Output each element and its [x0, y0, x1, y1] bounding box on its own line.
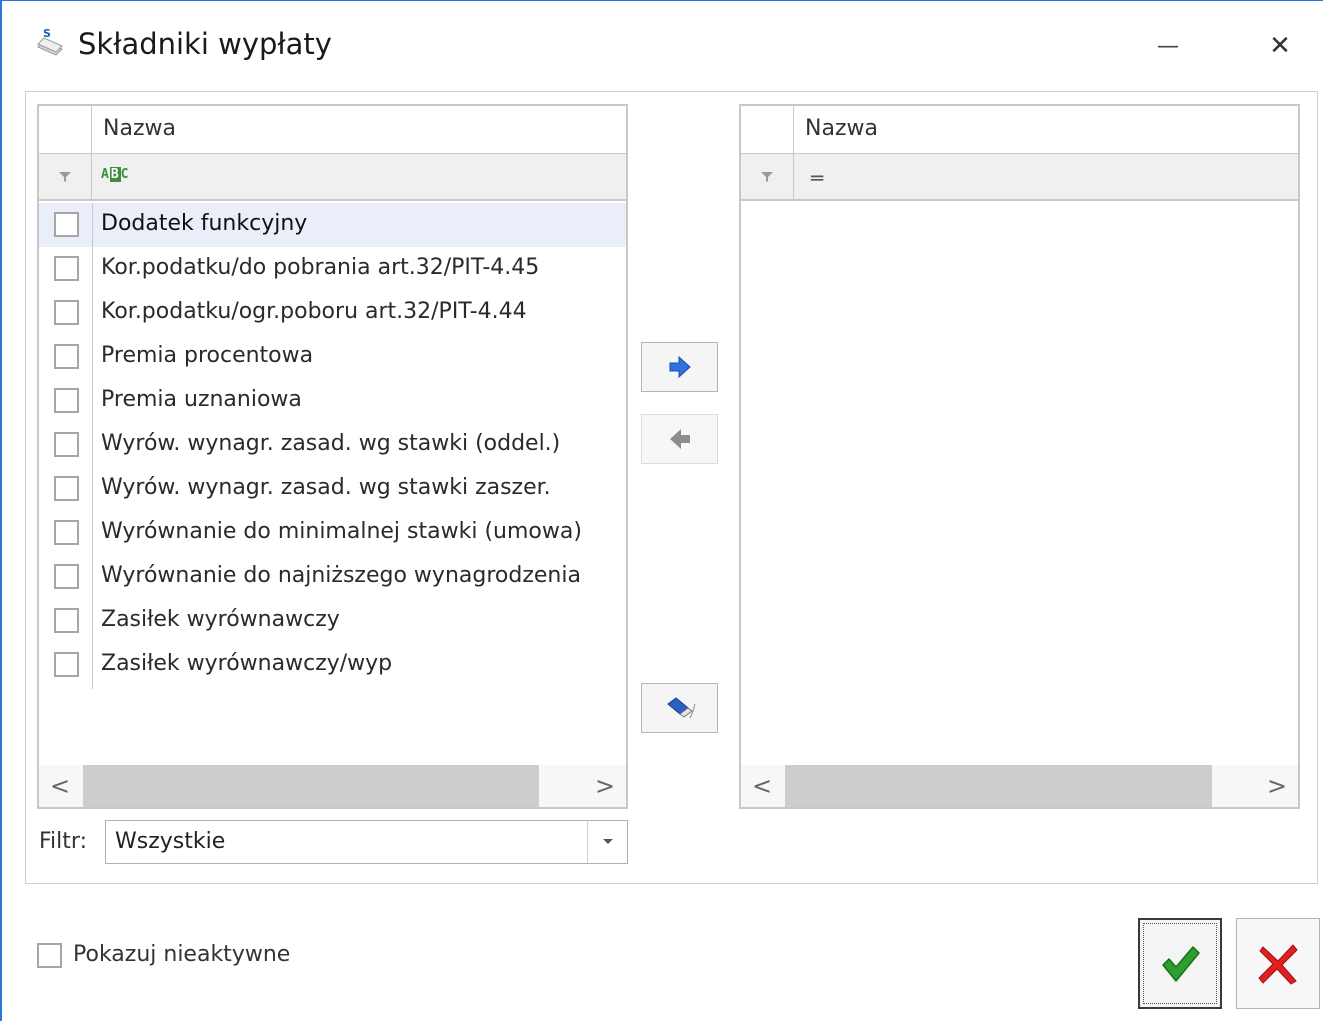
list-item[interactable]: Wyrównanie do minimalnej stawki (umowa) — [39, 511, 626, 555]
dropdown-arrow-icon[interactable] — [587, 821, 627, 863]
row-checkbox[interactable] — [54, 652, 79, 677]
grid-header-row: Nazwa — [39, 106, 626, 154]
row-checkbox[interactable] — [54, 564, 79, 589]
grid-rows: Dodatek funkcyjny Kor.podatku/do pobrani… — [39, 203, 626, 687]
remove-selected-button[interactable] — [641, 414, 718, 464]
row-checkbox[interactable] — [54, 344, 79, 369]
grid-header-row: Nazwa — [741, 106, 1298, 154]
filter-dropdown[interactable]: Wszystkie — [105, 820, 628, 864]
scrollbar-thumb[interactable] — [83, 765, 539, 807]
add-selected-button[interactable] — [641, 342, 718, 392]
row-label: Dodatek funkcyjny — [101, 211, 308, 236]
row-label: Premia procentowa — [101, 343, 314, 368]
eraser-icon — [666, 697, 696, 719]
row-checkbox[interactable] — [54, 432, 79, 457]
row-indicator-header — [741, 106, 794, 153]
svg-text:S: S — [43, 27, 51, 40]
row-checkbox[interactable] — [54, 520, 79, 545]
grid-filter-row[interactable]: ABC — [39, 154, 626, 201]
list-item[interactable]: Kor.podatku/do pobrania art.32/PIT-4.45 — [39, 247, 626, 291]
equals-filter-icon: ═ — [811, 166, 824, 190]
filter-row-indicator[interactable] — [741, 154, 794, 199]
row-label: Wyrów. wynagr. zasad. wg stawki (oddel.) — [101, 431, 561, 456]
scroll-left-icon[interactable]: < — [39, 765, 81, 807]
row-label: Wyrównanie do najniższego wynagrodzenia — [101, 563, 581, 588]
row-label: Zasiłek wyrównawczy — [101, 607, 340, 632]
window-title: Składniki wypłaty — [78, 27, 332, 61]
column-divider — [92, 203, 93, 689]
filter-label: Filtr: — [39, 829, 87, 854]
scroll-right-icon[interactable]: > — [1256, 765, 1298, 807]
scrollbar-thumb[interactable] — [785, 765, 1212, 807]
title-bar: S Składniki wypłaty — ✕ — [2, 1, 1323, 91]
cancel-button[interactable] — [1236, 918, 1320, 1009]
list-item[interactable]: Premia uznaniowa — [39, 379, 626, 423]
arrow-right-icon — [669, 355, 691, 379]
list-item[interactable]: Wyrównanie do najniższego wynagrodzenia — [39, 555, 626, 599]
list-item[interactable]: Zasiłek wyrównawczy — [39, 599, 626, 643]
horizontal-scrollbar[interactable]: < > — [39, 765, 626, 807]
row-indicator-header — [39, 106, 92, 153]
row-checkbox[interactable] — [54, 256, 79, 281]
checkmark-icon — [1162, 945, 1200, 982]
funnel-icon — [59, 171, 71, 182]
row-label: Premia uznaniowa — [101, 387, 302, 412]
close-icon: ✕ — [1269, 31, 1291, 61]
dialog-window: S Składniki wypłaty — ✕ Nazwa ABC Dodate… — [0, 0, 1323, 1021]
scroll-right-icon[interactable]: > — [584, 765, 626, 807]
red-x-icon — [1258, 943, 1298, 985]
list-item[interactable]: Premia procentowa — [39, 335, 626, 379]
available-components-grid[interactable]: Nazwa ABC Dodatek funkcyjny Kor.podatku/… — [37, 104, 628, 809]
arrow-left-icon — [669, 429, 690, 449]
show-inactive-checkbox[interactable] — [37, 943, 62, 968]
ok-button[interactable] — [1138, 918, 1222, 1009]
show-inactive-label[interactable]: Pokazuj nieaktywne — [73, 942, 290, 967]
minimize-icon: — — [1157, 33, 1179, 59]
row-checkbox[interactable] — [54, 476, 79, 501]
list-item[interactable]: Wyrów. wynagr. zasad. wg stawki zaszer. — [39, 467, 626, 511]
column-header-nazwa[interactable]: Nazwa — [805, 116, 878, 141]
filter-row-indicator[interactable] — [39, 154, 92, 199]
row-label: Wyrównanie do minimalnej stawki (umowa) — [101, 519, 582, 544]
row-label: Zasiłek wyrównawczy/wyp — [101, 651, 393, 676]
row-checkbox[interactable] — [54, 300, 79, 325]
horizontal-scrollbar[interactable]: < > — [741, 765, 1298, 807]
funnel-icon — [761, 171, 773, 182]
row-label: Kor.podatku/do pobrania art.32/PIT-4.45 — [101, 255, 540, 280]
list-item[interactable]: Wyrów. wynagr. zasad. wg stawki (oddel.) — [39, 423, 626, 467]
abc-text-filter-icon: ABC — [101, 167, 130, 182]
list-item[interactable]: Kor.podatku/ogr.poboru art.32/PIT-4.44 — [39, 291, 626, 335]
row-label: Wyrów. wynagr. zasad. wg stawki zaszer. — [101, 475, 551, 500]
clear-selection-button[interactable] — [641, 683, 718, 733]
row-checkbox[interactable] — [54, 212, 79, 237]
app-document-icon: S — [37, 27, 63, 56]
close-button[interactable]: ✕ — [1250, 21, 1310, 71]
row-checkbox[interactable] — [54, 608, 79, 633]
selected-components-grid[interactable]: Nazwa ═ < > — [739, 104, 1300, 809]
filter-selected-value: Wszystkie — [115, 829, 226, 854]
row-checkbox[interactable] — [54, 388, 79, 413]
minimize-button[interactable]: — — [1138, 21, 1198, 71]
row-label: Kor.podatku/ogr.poboru art.32/PIT-4.44 — [101, 299, 527, 324]
list-item[interactable]: Dodatek funkcyjny — [39, 203, 626, 247]
scroll-left-icon[interactable]: < — [741, 765, 783, 807]
column-header-nazwa[interactable]: Nazwa — [103, 116, 176, 141]
list-item[interactable]: Zasiłek wyrównawczy/wyp — [39, 643, 626, 687]
grid-filter-row[interactable]: ═ — [741, 154, 1298, 201]
